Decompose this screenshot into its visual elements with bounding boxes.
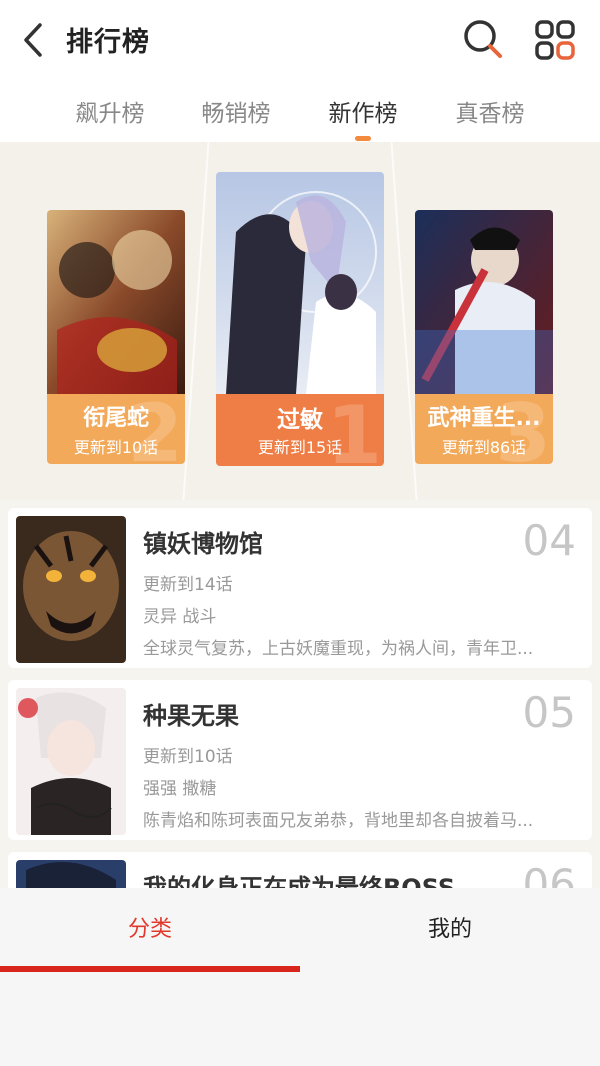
card-info: 3 武神重生... 更新到86话 <box>415 394 553 464</box>
active-tab-indicator <box>355 136 371 141</box>
comic-cover <box>415 210 553 394</box>
comic-cover <box>16 516 126 663</box>
list-item[interactable]: 镇妖博物馆 04 更新到14话 灵异 战斗 全球灵气复苏，上古妖魔重现，为祸人间… <box>8 508 592 668</box>
page-title: 排行榜 <box>66 27 150 58</box>
card-info: 1 过敏 更新到15话 <box>216 394 384 466</box>
comic-title: 过敏 <box>277 407 323 433</box>
genre-tags: 强强 撒糖 <box>143 779 217 799</box>
tab-truly-good[interactable]: 真香榜 <box>435 94 545 128</box>
comic-title: 镇妖博物馆 <box>143 530 263 558</box>
divider <box>182 142 210 500</box>
nav-category[interactable]: 分类 <box>0 888 300 972</box>
comic-description: 全球灵气复苏，上古妖魔重现，为祸人间，青年卫... <box>143 639 534 659</box>
comic-title: 衔尾蛇 <box>82 406 149 431</box>
search-button[interactable] <box>462 18 504 60</box>
divider <box>390 142 418 500</box>
comic-description: 陈青焰和陈珂表面兄友弟恭，背地里却各自披着马... <box>143 811 534 831</box>
nav-mine[interactable]: 我的 <box>300 888 600 972</box>
comic-cover <box>16 688 126 835</box>
tab-rising[interactable]: 飙升榜 <box>55 94 165 128</box>
comic-title: 武神重生... <box>427 406 541 431</box>
rank-number: 04 <box>522 516 576 565</box>
active-nav-indicator <box>0 966 300 972</box>
comic-cover <box>216 172 384 394</box>
tab-new-works[interactable]: 新作榜 <box>308 94 418 128</box>
grid-icon <box>535 20 575 60</box>
top-bar: 排行榜 <box>0 0 600 80</box>
search-icon <box>464 20 502 58</box>
bottom-navigation: 分类 我的 <box>0 888 600 1066</box>
comic-title: 种果无果 <box>143 702 239 730</box>
category-grid-button[interactable] <box>533 18 577 62</box>
list-item[interactable]: 种果无果 05 更新到10话 强强 撒糖 陈青焰和陈珂表面兄友弟恭，背地里却各自… <box>8 680 592 840</box>
genre-tags: 灵异 战斗 <box>143 607 217 627</box>
card-info: 2 衔尾蛇 更新到10话 <box>47 394 185 464</box>
back-arrow-icon <box>24 23 42 57</box>
podium-card-rank-2[interactable]: 2 衔尾蛇 更新到10话 <box>47 210 185 464</box>
rank-number: 05 <box>522 688 576 737</box>
update-status: 更新到86话 <box>441 438 527 457</box>
update-status: 更新到10话 <box>143 747 233 767</box>
podium-card-rank-1[interactable]: 1 过敏 更新到15话 <box>216 172 384 466</box>
podium-card-rank-3[interactable]: 3 武神重生... 更新到86话 <box>415 210 553 464</box>
tab-bestselling[interactable]: 畅销榜 <box>181 94 291 128</box>
update-status: 更新到15话 <box>257 438 343 457</box>
top-three-podium: 2 衔尾蛇 更新到10话 1 过敏 更新到15话 3 武神重生... 更新到86… <box>0 142 600 500</box>
back-button[interactable] <box>20 22 50 58</box>
comic-cover <box>47 210 185 394</box>
ranking-tabs: 飙升榜 畅销榜 新作榜 真香榜 <box>0 80 600 142</box>
update-status: 更新到14话 <box>143 575 233 595</box>
update-status: 更新到10话 <box>73 438 159 457</box>
